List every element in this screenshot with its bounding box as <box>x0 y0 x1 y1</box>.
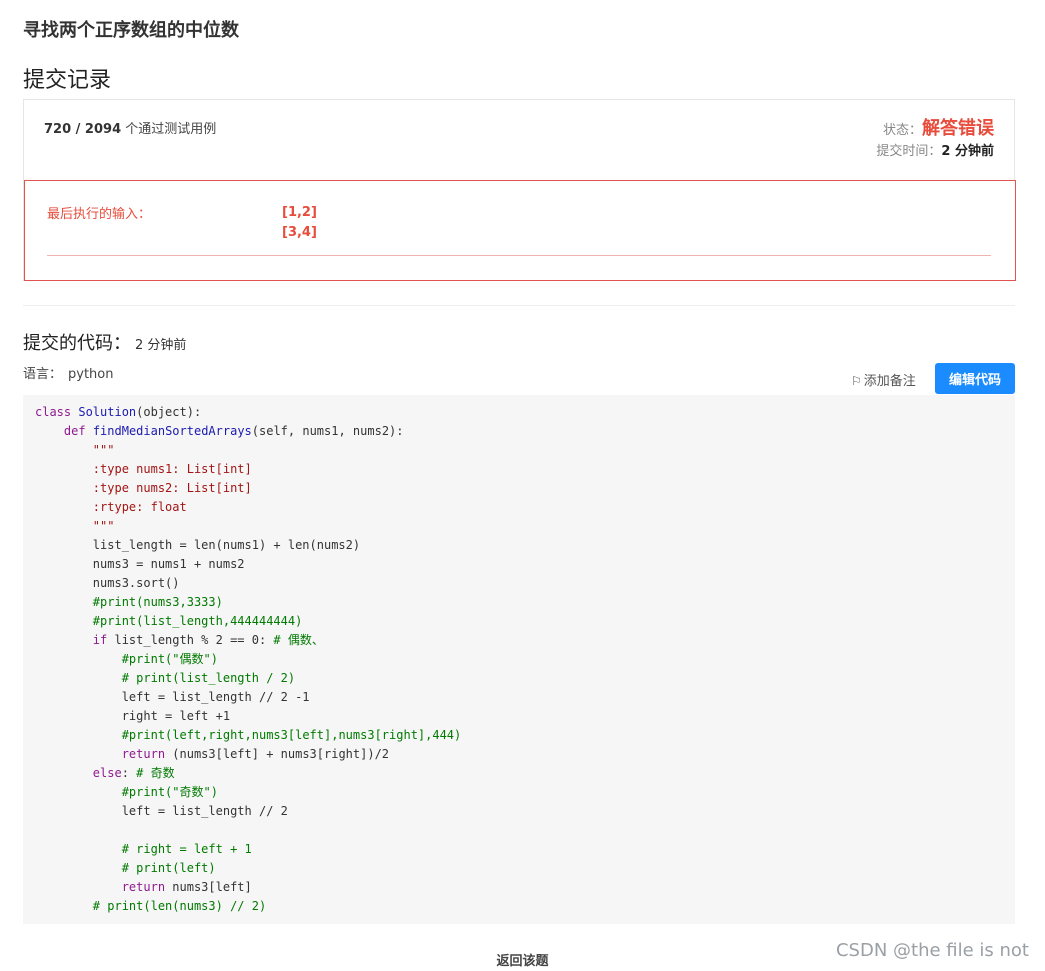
code-line: # print(left) <box>121 861 216 875</box>
language-value: python <box>68 367 114 382</box>
code-line: #print("偶数") <box>121 652 218 666</box>
language-label: 语言： <box>23 367 63 382</box>
code-line: list_length = len(nums1) + len(nums2) <box>35 538 361 552</box>
divider <box>47 255 991 256</box>
code-section-title: 提交的代码： 2 分钟前 <box>23 329 186 355</box>
passed-count: 720 / 2094 <box>44 122 122 137</box>
result-summary: 720 / 2094 个通过测试用例 状态：解答错误 提交时间：2 分钟前 <box>24 100 1014 180</box>
code-viewer: class Solution(object): def findMedianSo… <box>23 395 1015 924</box>
code-line: #print(left,right,nums3[left],nums3[righ… <box>121 728 462 742</box>
flag-icon: ⚐ <box>851 374 862 388</box>
code-line: return nums3[left] <box>121 880 252 894</box>
submit-time-line: 提交时间：2 分钟前 <box>876 140 994 159</box>
code-line: #print(list_length,444444444) <box>92 614 303 628</box>
code-title-label: 提交的代码： <box>23 333 131 354</box>
code-line: :type nums2: List[int] <box>35 481 252 495</box>
submit-time-value: 2 分钟前 <box>941 144 994 159</box>
code-line: # print(list_length / 2) <box>121 671 296 685</box>
code-line: def findMedianSortedArrays(self, nums1, … <box>63 424 404 438</box>
code-line: nums3.sort() <box>35 576 180 590</box>
code-line: else: # 奇数 <box>92 766 175 780</box>
code-line: """ <box>35 443 115 457</box>
passed-suffix: 个通过测试用例 <box>125 122 217 137</box>
passed-testcases: 720 / 2094 个通过测试用例 <box>44 118 216 137</box>
add-note-label: 添加备注 <box>863 374 916 389</box>
status-badge: 解答错误 <box>922 118 994 139</box>
code-line: """ <box>35 519 115 533</box>
code-line: left = list_length // 2 -1 <box>35 690 310 704</box>
edit-code-button[interactable]: 编辑代码 <box>935 363 1015 394</box>
input-value: [1,2] <box>282 205 317 220</box>
code-line: :type nums1: List[int] <box>35 462 252 476</box>
code-line: nums3 = nums1 + nums2 <box>35 557 245 571</box>
last-input-panel: 最后执行的输入： [1,2] [3,4] <box>24 180 1016 281</box>
language-line: 语言： python <box>23 363 114 382</box>
code-line: right = left +1 <box>35 709 231 723</box>
code-line: if list_length % 2 == 0: # 偶数、 <box>92 633 324 647</box>
last-input-values: [1,2] [3,4] <box>282 203 317 243</box>
page-title: 提交记录 <box>23 68 112 93</box>
last-input-label: 最后执行的输入： <box>47 207 152 222</box>
code-line: #print("奇数") <box>121 785 218 799</box>
code-submit-time: 2 分钟前 <box>135 338 187 353</box>
submit-time-label: 提交时间： <box>876 144 942 159</box>
input-value: [3,4] <box>282 225 317 240</box>
code-line: class Solution(object): <box>35 405 202 419</box>
code-line: # print(len(nums3) // 2) <box>92 899 267 913</box>
section-divider <box>23 305 1015 306</box>
status-label: 状态： <box>882 123 922 138</box>
code-line: :rtype: float <box>35 500 187 514</box>
code-line: #print(nums3,3333) <box>92 595 223 609</box>
problem-title: 寻找两个正序数组的中位数 <box>23 20 239 41</box>
code-line: return (nums3[left] + nums3[right])/2 <box>121 747 390 761</box>
code-line: # right = left + 1 <box>121 842 252 856</box>
submission-result-panel: 720 / 2094 个通过测试用例 状态：解答错误 提交时间：2 分钟前 最后… <box>23 99 1016 281</box>
code-line: left = list_length // 2 <box>35 804 288 818</box>
watermark: CSDN @the file is not <box>835 940 1029 961</box>
add-note-button[interactable]: ⚐ 添加备注 <box>851 370 916 389</box>
status-line: 状态：解答错误 <box>883 114 994 140</box>
